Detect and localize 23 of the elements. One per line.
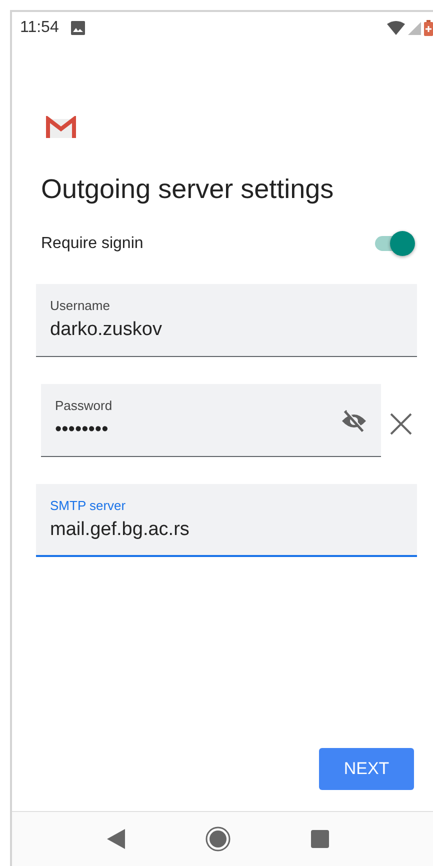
wifi-icon — [387, 21, 405, 35]
home-icon[interactable] — [204, 826, 230, 852]
next-button[interactable]: NEXT — [319, 748, 414, 790]
close-icon[interactable] — [390, 412, 412, 434]
mail-logo — [46, 116, 76, 138]
field-value: •••••••• — [55, 419, 110, 441]
field-label: Username — [50, 298, 111, 313]
back-icon[interactable] — [106, 829, 124, 849]
signal-icon — [408, 22, 421, 34]
field-label: SMTP server — [50, 498, 127, 513]
eye-slash-icon[interactable] — [341, 410, 367, 432]
input-field[interactable]: SMTP server mail.gef.bg.ac.rs — [36, 484, 417, 557]
input-field[interactable]: Username darko.zuskov — [36, 284, 417, 357]
recents-icon[interactable] — [310, 830, 328, 848]
page-title: Outgoing server settings — [41, 174, 335, 205]
field-label: Password — [55, 398, 114, 413]
setting-label: Require signin — [41, 234, 144, 252]
field-value: darko.zuskov — [50, 319, 163, 341]
input-field[interactable]: Password •••••••• — [41, 384, 381, 457]
image-icon — [70, 21, 85, 35]
battery-icon — [424, 20, 433, 36]
field-value: mail.gef.bg.ac.rs — [50, 519, 190, 541]
status-time: 11:54 — [20, 19, 59, 37]
